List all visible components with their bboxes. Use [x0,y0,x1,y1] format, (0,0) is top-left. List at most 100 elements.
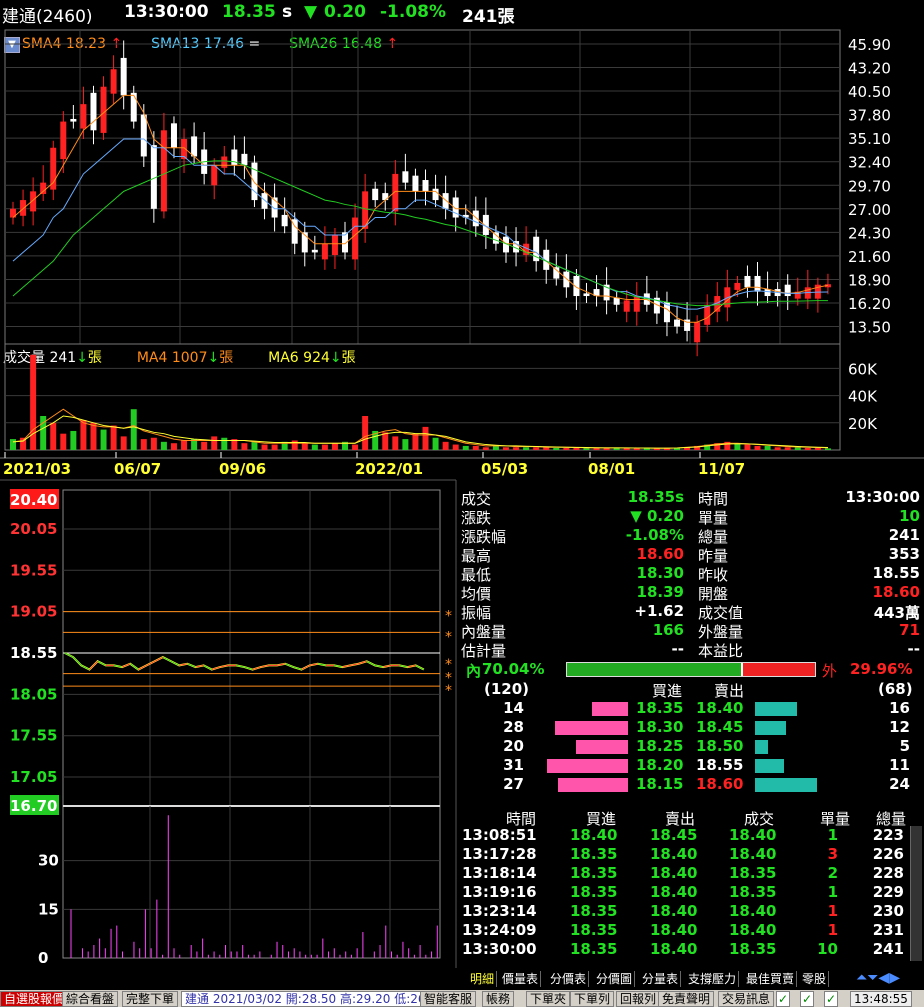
volume-bar [70,430,77,450]
quote-label: 最低 [461,566,492,584]
ticks-scrollbar[interactable] [910,826,922,961]
volume-bar [824,448,831,450]
kline-chart: 45.90 43.20 40.50 37.80 35.10 32.40 29.70 27.00… [4,29,891,357]
kline-x-tick: 2022/01 [355,460,423,478]
candle [704,304,711,325]
taskbar-item-5[interactable]: 帳務 [482,991,515,1007]
quote-label: 均價 [461,585,492,603]
tick-price: 18.40 [729,921,777,939]
tick-time: 13:17:28 [462,845,537,863]
bid-price: 18.15 [636,775,684,793]
tab-6[interactable]: 最佳買賣 [744,971,798,987]
tick-bid: 18.35 [570,845,618,863]
taskbar-item-8[interactable]: 回報列 [616,991,661,1007]
kline-y-tick: 32.40 [848,154,891,172]
candle [40,182,47,194]
volume-bar [402,439,409,450]
tick-price: 18.35 [729,940,777,958]
tick-qty: 1 [827,921,838,939]
tab-1[interactable]: 價量表 [500,971,542,987]
quote-value: 13:30:00 [845,488,920,506]
candle [80,104,87,129]
tick-total: 241 [872,940,904,958]
quote-label: 昨收 [698,566,729,584]
candle [311,249,318,253]
candle [472,210,479,227]
tab-5[interactable]: 支撐壓力 [686,971,740,987]
tick-time: 13:08:51 [462,826,537,844]
tick-total: 226 [872,845,904,863]
volume-bar [291,440,298,450]
quote-label: 單量 [698,509,729,527]
tick-total: 228 [872,864,904,882]
candle [90,92,97,131]
nav-right-icon[interactable]: ▶ [889,970,900,986]
taskbar-item-4[interactable]: 智能客服 [420,991,477,1007]
nav-down-icon[interactable]: ⏷ [867,970,878,986]
volume-bar [754,445,761,450]
volume-bar [412,433,419,450]
intra-y-tick: 16.70 [10,797,57,815]
candle [241,153,248,166]
quote-label: 估計量 [461,642,507,660]
taskbar-item-11[interactable]: 13:48:55 [850,991,912,1007]
kline-y-tick: 13.50 [848,319,891,337]
quote-value: 18.30 [636,564,684,582]
tick-bid: 18.35 [570,883,618,901]
taskbar-item-1[interactable]: 綜合看盤 [62,991,119,1007]
intra-ref-marker: * [445,629,452,645]
tick-bid: 18.35 [570,921,618,939]
tab-2[interactable]: 分價表 [548,971,590,987]
tick-bid: 18.35 [570,940,618,958]
tick-total: 230 [872,902,904,920]
taskbar-item-10[interactable]: 交易訊息 [718,991,775,1007]
outer-label: 外 [822,662,838,680]
candle [492,232,499,244]
taskbar-item-2[interactable]: 完整下單 [122,991,179,1007]
kline-x-tick: 05/03 [481,460,528,478]
quote-label: 時間 [698,490,729,508]
quote-label: 成交值 [698,604,744,622]
taskbar-check-icon[interactable]: ✓ [800,991,814,1007]
intra-ref-marker: * [445,683,452,699]
bid-volume-bar [591,702,628,716]
ask-volume: 24 [889,775,910,793]
quote-label: 開盤 [698,585,729,603]
candle [553,267,560,279]
bid-volume: 28 [503,718,524,736]
taskbar-item-7[interactable]: 下單列 [570,991,615,1007]
taskbar-item-9[interactable]: 免責聲明 [658,991,715,1007]
volume-bar [502,447,509,450]
volume-bar [362,416,369,450]
bid-price: 18.35 [636,699,684,717]
volume-bar [382,432,389,450]
tab-4[interactable]: 分量表 [640,971,682,987]
candle [432,188,439,201]
volume-bar [261,444,268,450]
taskbar-item-6[interactable]: 下單夾 [526,991,571,1007]
tab-0[interactable]: 明細 [468,971,498,987]
volume-bar [331,443,338,450]
taskbar-check-icon[interactable]: ✓ [824,991,838,1007]
intraday-chart: 20.40 20.05 19.55 19.05 18.55 18.05 17.55 17.05… [0,480,456,968]
taskbar-check-icon[interactable]: ✓ [776,991,790,1007]
quote-value: 10 [899,507,920,525]
ask-volume: 16 [889,699,910,717]
nav-up-icon[interactable]: ⏶ [856,970,867,986]
candle [442,193,449,209]
bid-volume: 27 [503,775,524,793]
nav-left-icon[interactable]: ◀ [878,970,889,986]
tab-3[interactable]: 分價圖 [594,971,636,987]
tab-nav: ⏶⏷◀▶ [856,970,900,986]
tick-qty: 10 [817,940,838,958]
tab-7[interactable]: 零股 [800,971,830,987]
candle [160,130,167,212]
volume-bar [492,445,499,450]
taskbar-item-3[interactable]: 建通 2021/03/02 開:28.50 高:29.20 低:26.4 [181,991,441,1007]
taskbar-item-0[interactable]: 自選股報價 [0,991,69,1007]
ask-volume: 12 [889,718,910,736]
volume-bar [241,443,248,450]
volume-bar [482,447,489,450]
candle [191,136,198,157]
bid-total: (120) [484,680,530,698]
